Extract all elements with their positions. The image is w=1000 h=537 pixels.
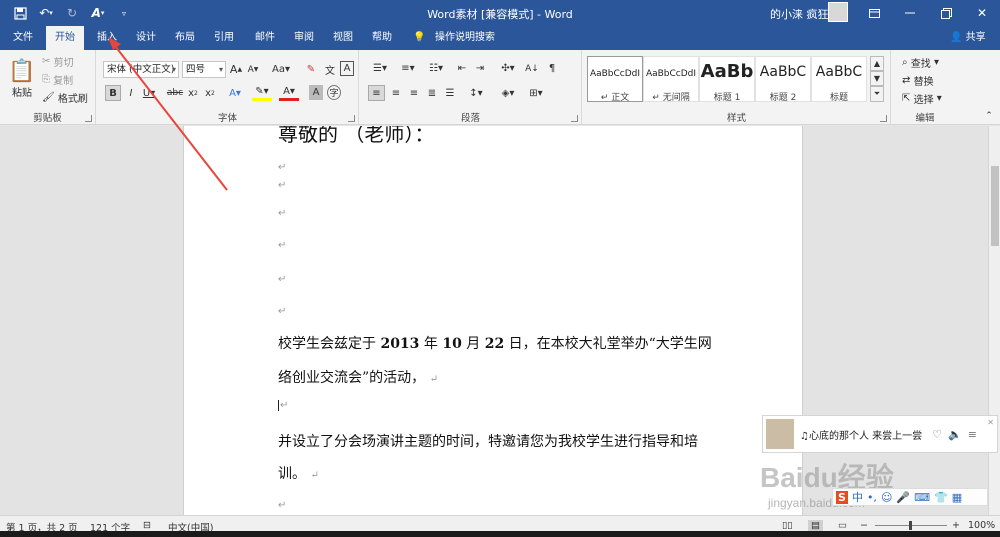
album-cover bbox=[766, 419, 794, 449]
sogou-logo-icon: S bbox=[836, 490, 848, 504]
web-layout-icon[interactable]: ▭ bbox=[838, 520, 847, 531]
ime-mode[interactable]: 中 bbox=[852, 489, 863, 505]
microphone-icon[interactable]: 🎤 bbox=[896, 491, 910, 504]
music-popup[interactable]: ♫心底的那个人 来尝上一尝 ♡ 🔈 ≡ ✕ bbox=[762, 415, 998, 453]
punctuation-icon[interactable]: •, bbox=[867, 491, 877, 504]
proofing-icon[interactable]: ⊟ bbox=[143, 520, 151, 531]
print-layout-icon[interactable]: ▤ bbox=[808, 520, 823, 531]
zoom-slider-thumb[interactable] bbox=[909, 521, 912, 530]
toolbox-icon[interactable]: ▦ bbox=[952, 491, 962, 504]
skin-icon[interactable]: 👕 bbox=[934, 491, 948, 504]
playlist-icon[interactable]: ≡ bbox=[968, 428, 977, 441]
keyboard-icon[interactable]: ⌨ bbox=[914, 491, 930, 504]
volume-icon[interactable]: 🔈 bbox=[948, 428, 962, 441]
read-mode-icon[interactable]: ▯▯ bbox=[782, 520, 792, 531]
emoji-icon[interactable]: ☺ bbox=[881, 491, 892, 504]
heart-icon[interactable]: ♡ bbox=[932, 428, 942, 441]
zoom-slider[interactable] bbox=[875, 521, 947, 530]
close-icon[interactable]: ✕ bbox=[987, 418, 994, 427]
song-title: ♫心底的那个人 来尝上一尝 bbox=[800, 430, 923, 442]
ime-toolbar[interactable]: S 中 •, ☺ 🎤 ⌨ 👕 ▦ bbox=[832, 488, 988, 506]
taskbar-strip bbox=[0, 531, 1000, 537]
zoom-out-icon[interactable]: − bbox=[860, 520, 868, 531]
zoom-level[interactable]: 100% bbox=[968, 520, 995, 531]
zoom-in-icon[interactable]: + bbox=[952, 520, 960, 531]
